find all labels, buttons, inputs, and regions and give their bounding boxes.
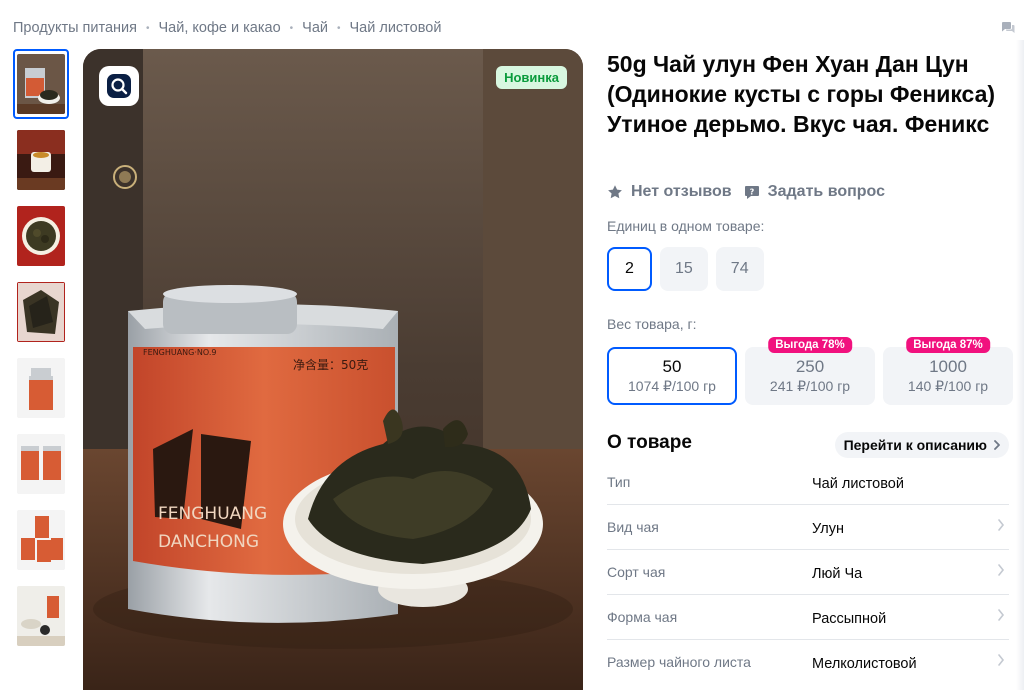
thumbnail-6[interactable]: [13, 429, 69, 499]
thumbnail-image: [17, 282, 65, 342]
product-title: 50g Чай улун Фен Хуан Дан Цун (Одинокие …: [607, 51, 996, 137]
spec-value: Улун: [812, 521, 844, 537]
thumbnail-1[interactable]: [13, 49, 69, 119]
thumbnail-image: [17, 586, 65, 646]
weight-option-250[interactable]: Выгода 78% 250 241 ₽/100 гр: [745, 337, 875, 405]
spec-row-tea-form[interactable]: Форма чая Рассыпной: [607, 595, 1009, 640]
spec-row-tea-grade[interactable]: Сорт чая Люй Ча: [607, 550, 1009, 595]
about-heading: О товаре: [607, 432, 692, 453]
svg-text:?: ?: [749, 188, 754, 197]
spec-row-type: Тип Чай листовой: [607, 460, 1009, 505]
svg-text:FENGHUANG·NO.9: FENGHUANG·NO.9: [143, 348, 217, 357]
spec-row-leaf-size[interactable]: Размер чайного листа Мелколистовой: [607, 640, 1009, 685]
visual-search-button[interactable]: [99, 66, 139, 106]
weight-value: 50: [662, 357, 682, 376]
thumbnail-image: [17, 54, 65, 114]
breadcrumb-item-leaf-tea[interactable]: Чай листовой: [350, 20, 442, 36]
weight-option-1000[interactable]: Выгода 87% 1000 140 ₽/100 гр: [883, 337, 1013, 405]
visual-search-icon: [107, 74, 131, 98]
thumbnail-4[interactable]: [13, 277, 69, 347]
unit-option-2[interactable]: 2: [607, 247, 652, 291]
unit-option-74[interactable]: 74: [715, 247, 764, 291]
spec-key: Размер чайного листа: [607, 654, 751, 670]
scroll-edge-shadow: [1016, 40, 1024, 690]
specs-table: Тип Чай листовой Вид чая Улун Сорт чая Л…: [607, 460, 1009, 685]
main-product-image[interactable]: 净含量：50克 FENGHUANG·NO.9 FENGHUANG DANCHON…: [83, 49, 583, 690]
thumbnail-image: [17, 510, 65, 570]
spec-key: Тип: [607, 474, 631, 490]
breadcrumb-separator: •: [336, 22, 341, 34]
units-label: Единиц в одном товаре:: [607, 218, 765, 234]
discount-badge: Выгода 87%: [906, 337, 990, 353]
product-meta: Нет отзывов ? Задать вопрос: [607, 183, 885, 201]
spec-value: Рассыпной: [812, 611, 887, 627]
thumbnail-5[interactable]: [13, 353, 69, 423]
breadcrumb-item-food[interactable]: Продукты питания: [13, 20, 137, 36]
price-per-100g: 241 ₽/100 гр: [769, 378, 851, 394]
chevron-right-icon: [994, 440, 1000, 450]
star-icon: [608, 185, 622, 199]
weight-selector: 50 1074 ₽/100 гр Выгода 78% 250 241 ₽/10…: [607, 337, 1021, 405]
svg-text:FENGHUANG: FENGHUANG: [158, 504, 267, 524]
thumbnail-image: [17, 434, 65, 494]
thumbnail-image: [17, 358, 65, 418]
spec-key: Вид чая: [607, 519, 659, 535]
reviews-link[interactable]: Нет отзывов: [607, 183, 732, 201]
chevron-right-icon: [998, 654, 1005, 666]
spec-key: Сорт чая: [607, 564, 666, 580]
chevron-right-icon: [998, 519, 1005, 531]
weight-option-50[interactable]: 50 1074 ₽/100 гр: [607, 347, 737, 405]
reviews-label: Нет отзывов: [631, 183, 732, 200]
weight-value: 1000: [929, 357, 967, 376]
thumbnail-strip: [13, 49, 69, 657]
chevron-right-icon: [998, 609, 1005, 621]
spec-row-tea-kind[interactable]: Вид чая Улун: [607, 505, 1009, 550]
thumbnail-image: [17, 130, 65, 190]
goto-description-label: Перейти к описанию: [843, 437, 987, 453]
breadcrumb-item-tea-coffee-cocoa[interactable]: Чай, кофе и какао: [159, 20, 281, 36]
tea-tin-photo: 净含量：50克 FENGHUANG·NO.9 FENGHUANG DANCHON…: [83, 49, 583, 690]
thumbnail-7[interactable]: [13, 505, 69, 575]
thumbnail-image: [17, 206, 65, 266]
breadcrumb-separator: •: [146, 22, 150, 34]
svg-text:DANCHONG: DANCHONG: [158, 532, 259, 552]
price-per-100g: 1074 ₽/100 гр: [628, 378, 716, 394]
discount-badge: Выгода 78%: [768, 337, 852, 353]
units-selector: 2 15 74: [607, 247, 772, 291]
spec-key: Форма чая: [607, 609, 678, 625]
ask-question-link[interactable]: ? Задать вопрос: [744, 183, 885, 201]
thumbnail-3[interactable]: [13, 201, 69, 271]
price-per-100g: 140 ₽/100 гр: [907, 378, 989, 394]
spec-value: Люй Ча: [812, 566, 863, 582]
question-bubble-icon: ?: [744, 186, 759, 199]
ask-question-label: Задать вопрос: [767, 183, 885, 200]
weight-label: Вес товара, г:: [607, 316, 697, 332]
weight-value: 250: [795, 357, 825, 376]
thumbnail-8[interactable]: [13, 581, 69, 651]
breadcrumb-item-tea[interactable]: Чай: [302, 20, 328, 36]
chevron-right-icon: [998, 564, 1005, 576]
breadcrumb-separator: •: [289, 22, 294, 34]
thumbnail-2[interactable]: [13, 125, 69, 195]
breadcrumb: Продукты питания • Чай, кофе и какао • Ч…: [13, 20, 441, 36]
unit-option-15[interactable]: 15: [660, 247, 708, 291]
new-badge: Новинка: [496, 66, 567, 89]
spec-value: Мелколистовой: [812, 656, 917, 672]
spec-value: Чай листовой: [812, 476, 904, 492]
svg-text:净含量：50克: 净含量：50克: [293, 357, 368, 372]
goto-description-button[interactable]: Перейти к описанию: [834, 432, 1009, 458]
chat-bubbles-icon[interactable]: [1000, 20, 1016, 36]
